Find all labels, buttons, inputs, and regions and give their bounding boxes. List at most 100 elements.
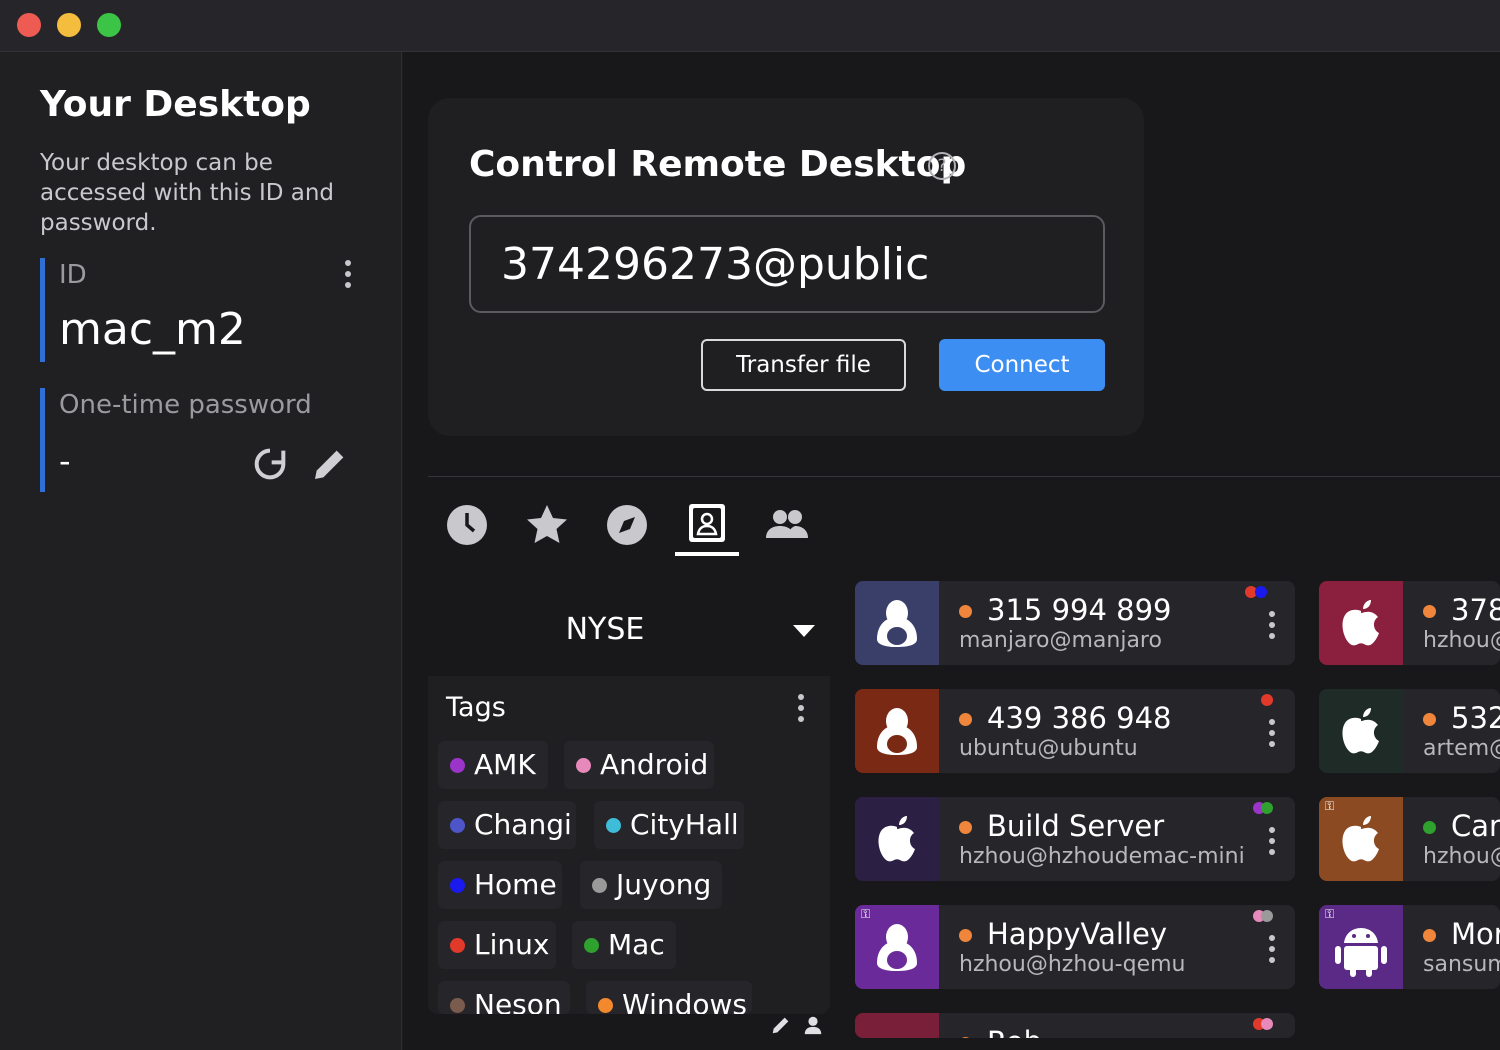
tag-label: Linux [474, 928, 550, 961]
tag-windows[interactable]: Windows [586, 981, 752, 1014]
peer-id: Build Server [987, 809, 1165, 843]
tag-label: Mac [608, 928, 665, 961]
peer-card[interactable]: ⚿ Mor sansum [1319, 905, 1500, 989]
tag-home[interactable]: Home [438, 861, 562, 909]
tag-color-dot [592, 878, 607, 893]
close-window-button[interactable] [17, 13, 41, 37]
online-status-dot [959, 605, 972, 618]
peer-card[interactable]: 532 artem@ [1319, 689, 1500, 773]
help-icon[interactable]: ? [928, 152, 956, 180]
peer-username: hzhou@ [1423, 844, 1500, 869]
control-remote-title: Control Remote Desktop [469, 144, 967, 185]
connect-button[interactable]: Connect [939, 339, 1105, 391]
tab-discovered-compass-icon[interactable] [602, 500, 652, 550]
peer-card[interactable]: ⚿ Can hzhou@ [1319, 797, 1500, 881]
user-filter-icon[interactable] [802, 1014, 824, 1036]
tag-label: AMK [474, 748, 536, 781]
tag-android[interactable]: Android [564, 741, 714, 789]
peer-id: Rob [987, 1025, 1042, 1038]
remote-id-field[interactable] [469, 215, 1105, 313]
tag-label: Juyong [616, 868, 712, 901]
apple-icon [878, 816, 915, 862]
peer-more-menu-icon[interactable] [1269, 611, 1275, 639]
online-status-dot [959, 1037, 972, 1038]
minimize-window-button[interactable] [57, 13, 81, 37]
refresh-password-icon[interactable] [250, 444, 290, 484]
peer-os-icon [855, 797, 939, 881]
maximize-window-button[interactable] [97, 13, 121, 37]
peer-more-menu-icon[interactable] [1269, 719, 1275, 747]
password-value: - [59, 442, 71, 480]
peer-tag-dot [1255, 586, 1267, 598]
peer-tag-dot [1261, 694, 1273, 706]
tag-label: Neson [474, 988, 562, 1014]
tag-linux[interactable]: Linux [438, 921, 556, 969]
address-book-name: NYSE [565, 612, 645, 647]
tag-label: Changi [474, 808, 572, 841]
edit-tags-icon[interactable] [770, 1014, 792, 1036]
transfer-file-button[interactable]: Transfer file [701, 339, 906, 391]
peer-username: sansum [1423, 952, 1500, 977]
peer-username: hzhou@hzhou-qemu [959, 952, 1186, 977]
tab-favorites-star-icon[interactable] [522, 500, 572, 550]
apple-icon [1342, 600, 1379, 646]
peer-card[interactable]: Rob [855, 1013, 1295, 1038]
address-book-selector[interactable]: NYSE [428, 582, 830, 676]
online-status-dot [959, 821, 972, 834]
key-icon: ⚿ [1325, 799, 1335, 813]
online-status-dot [959, 929, 972, 942]
peer-os-icon [855, 581, 939, 665]
peer-card[interactable]: Build Server hzhou@hzhoudemac-mini [855, 797, 1295, 881]
id-more-menu-icon[interactable] [345, 260, 351, 293]
peer-card[interactable]: ⚿ HappyValley hzhou@hzhou-qemu [855, 905, 1295, 989]
tag-cityhall[interactable]: CityHall [594, 801, 744, 849]
tag-color-dot [450, 758, 465, 773]
peer-os-icon [1319, 689, 1403, 773]
peer-id: Mor [1451, 917, 1500, 951]
tags-more-menu-icon[interactable] [798, 694, 804, 727]
tab-group-people-icon[interactable] [762, 500, 812, 550]
peer-username: artem@ [1423, 736, 1500, 761]
online-status-dot [1423, 605, 1436, 618]
peer-username: ubuntu@ubuntu [959, 736, 1138, 761]
peer-more-menu-icon[interactable] [1269, 827, 1275, 855]
section-divider [428, 476, 1500, 477]
peer-username: hzhou@hzhoudemac-mini [959, 844, 1245, 869]
id-accent-bar [40, 258, 45, 362]
peer-id: 315 994 899 [987, 593, 1172, 627]
your-desktop-title: Your Desktop [40, 84, 311, 125]
tag-amk[interactable]: AMK [438, 741, 548, 789]
tag-juyong[interactable]: Juyong [580, 861, 722, 909]
peer-username: hzhou@ [1423, 628, 1500, 653]
online-status-dot [959, 713, 972, 726]
peer-card[interactable]: 315 994 899 manjaro@manjaro [855, 581, 1295, 665]
password-accent-bar [40, 388, 45, 492]
your-desktop-description: Your desktop can be accessed with this I… [40, 150, 335, 236]
peer-id: 378 [1451, 593, 1500, 627]
chevron-down-icon[interactable] [792, 624, 816, 638]
peer-username: manjaro@manjaro [959, 628, 1162, 653]
tag-color-dot [450, 938, 465, 953]
tag-label: CityHall [630, 808, 739, 841]
tag-color-dot [584, 938, 599, 953]
peer-more-menu-icon[interactable] [1269, 935, 1275, 963]
peer-tag-dot [1261, 910, 1273, 922]
edit-password-icon[interactable] [310, 444, 350, 484]
peer-card[interactable]: 378 hzhou@ [1319, 581, 1500, 665]
tag-color-dot [576, 758, 591, 773]
peer-card[interactable]: 439 386 948 ubuntu@ubuntu [855, 689, 1295, 773]
tab-address-book-icon[interactable] [682, 500, 732, 550]
peer-os-icon [1319, 581, 1403, 665]
remote-id-input[interactable] [471, 217, 1103, 311]
tag-neson[interactable]: Neson [438, 981, 570, 1014]
tag-changi[interactable]: Changi [438, 801, 576, 849]
peer-tag-dot [1261, 1018, 1273, 1030]
tag-label: Windows [622, 988, 747, 1014]
tag-mac[interactable]: Mac [572, 921, 676, 969]
tab-recent-sessions-clock-icon[interactable] [442, 500, 492, 550]
apple-icon [1342, 708, 1379, 754]
tag-color-dot [450, 818, 465, 833]
peer-os-icon [855, 689, 939, 773]
tags-label: Tags [446, 692, 506, 723]
your-desktop-panel: Your Desktop Your desktop can be accesse… [0, 52, 402, 1050]
